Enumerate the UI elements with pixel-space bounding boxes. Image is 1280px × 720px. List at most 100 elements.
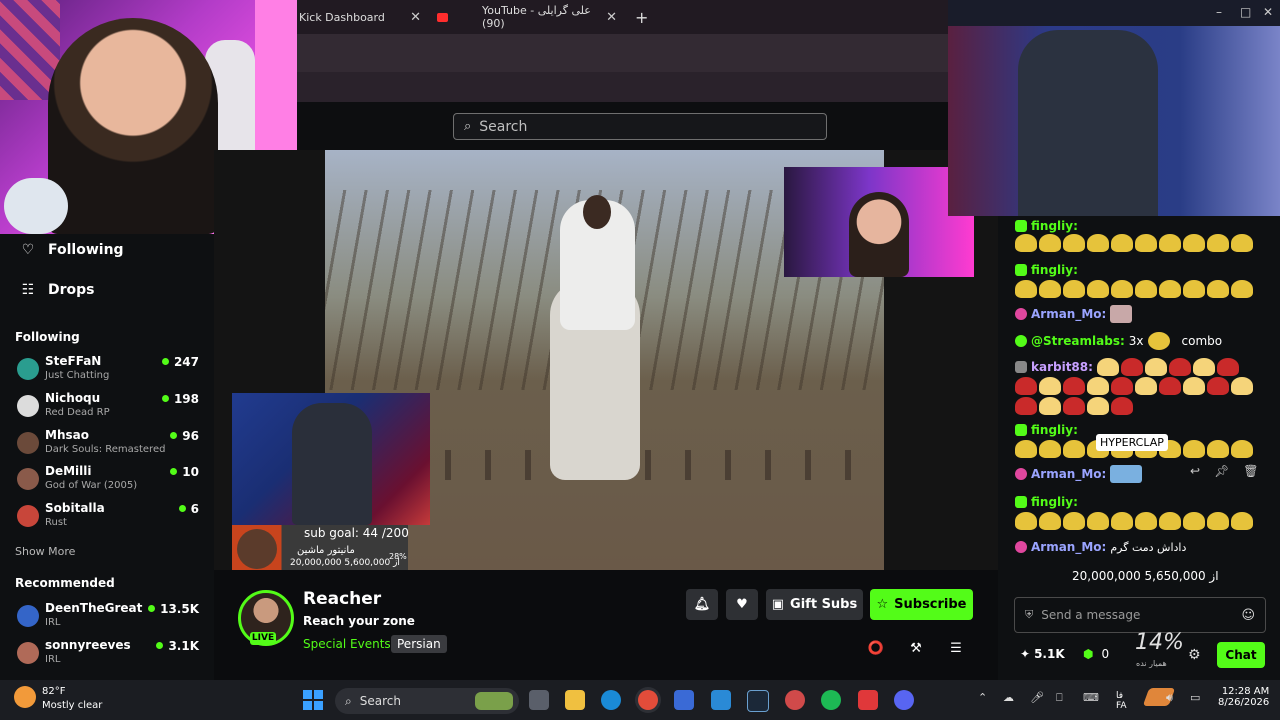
chat-username[interactable]: fingliy: — [1031, 219, 1078, 233]
tray-icon[interactable]: ⎕ — [1056, 691, 1063, 705]
weather-description[interactable]: Mostly clear — [42, 700, 102, 711]
emote-icon — [1015, 234, 1037, 252]
chat-message-input[interactable]: ⛨ Send a message ☺ — [1014, 597, 1266, 633]
channel-nichoqu[interactable]: Nichoqu Red Dead RP 198 — [15, 390, 203, 424]
emote-icon — [1063, 397, 1085, 415]
verified-badge-icon — [1015, 335, 1027, 347]
emote-icon — [1039, 280, 1061, 298]
chrome-icon[interactable] — [638, 690, 658, 710]
viewer-number: 198 — [173, 392, 199, 406]
emote-icon — [1087, 234, 1109, 252]
chat-message: karbit88: — [1015, 357, 1241, 377]
edge-icon[interactable] — [601, 690, 621, 710]
tab-kick-dashboard[interactable]: Kick Dashboard ✕ — [299, 6, 421, 28]
app-icon[interactable] — [785, 690, 805, 710]
chat-username[interactable]: karbit88: — [1031, 360, 1093, 374]
clock-date: 8/26/2026 — [1218, 697, 1270, 708]
emote-icon — [1015, 377, 1037, 395]
chat-username[interactable]: Arman_Mo: — [1031, 540, 1106, 554]
avatar — [17, 605, 39, 627]
spotify-icon[interactable] — [821, 690, 841, 710]
volume-icon[interactable]: 🔊︎ — [1166, 691, 1173, 705]
task-view-icon[interactable] — [529, 690, 549, 710]
tab-youtube[interactable]: YouTube - علی گرایلی (90) ✕ — [437, 4, 617, 30]
keyboard-icon[interactable]: ⌨ — [1083, 691, 1099, 704]
file-explorer-icon[interactable] — [565, 690, 585, 710]
more-options-icon[interactable]: ☰ — [947, 639, 965, 657]
discord-icon[interactable] — [894, 690, 914, 710]
channel-deenthegreat[interactable]: DeenTheGreat IRL 13.5K — [15, 600, 203, 634]
emote-icon — [1216, 358, 1239, 376]
goal-percent: 14% — [1135, 630, 1184, 655]
emote-icon — [1063, 234, 1085, 252]
drops-icon: ☷ — [21, 282, 35, 298]
language-indicator[interactable]: فا FA — [1116, 691, 1127, 711]
heart-icon: ♥ — [736, 597, 748, 612]
close-tab-icon[interactable]: ✕ — [606, 10, 617, 25]
chat-message-hovered[interactable]: Arman_Mo: — [1015, 464, 1143, 484]
channel-steffan[interactable]: SteFFaN Just Chatting 247 — [15, 353, 203, 387]
microphone-icon[interactable]: 🎤︎ — [1030, 691, 1044, 704]
chat-username[interactable]: fingliy: — [1031, 263, 1078, 277]
stream-category-link[interactable]: Special Events — [303, 637, 391, 651]
reply-icon[interactable]: ↩ — [1190, 464, 1200, 478]
maximize-icon[interactable]: □ — [1240, 5, 1251, 19]
app-icon[interactable] — [711, 690, 731, 710]
chat-username[interactable]: Arman_Mo: — [1031, 467, 1106, 481]
nav-following[interactable]: ♡ Following — [20, 242, 124, 258]
address-bar[interactable] — [297, 34, 950, 72]
tray-icon[interactable]: ☁ — [1003, 691, 1014, 704]
gift-subs-button[interactable]: ▣ Gift Subs — [766, 589, 863, 620]
channel-demilli[interactable]: DeMilli God of War (2005) 10 — [15, 463, 203, 497]
chat-send-button[interactable]: Chat — [1217, 642, 1265, 668]
channel-category: IRL — [45, 617, 61, 628]
chat-message: fingliy: — [1015, 420, 1082, 440]
emoji-icon[interactable]: ☺ — [1241, 608, 1255, 623]
show-more-link[interactable]: Show More — [15, 545, 75, 558]
close-tab-icon[interactable]: ✕ — [410, 10, 421, 25]
emote-icon — [1015, 440, 1037, 458]
weather-temperature[interactable]: 82°F — [42, 686, 65, 697]
search-input[interactable]: ⌕ Search — [453, 113, 827, 140]
streamer-name[interactable]: Reacher — [303, 589, 381, 609]
mini-webcam — [784, 167, 974, 277]
chat-username[interactable]: @Streamlabs: — [1031, 334, 1125, 348]
channel-mhsao[interactable]: Mhsao Dark Souls: Remastered 96 — [15, 427, 203, 461]
minimize-icon[interactable]: – — [1216, 5, 1222, 19]
weather-icon[interactable] — [14, 686, 36, 708]
chat-username[interactable]: fingliy: — [1031, 495, 1078, 509]
channel-sobitalla[interactable]: Sobitalla Rust 6 — [15, 500, 203, 534]
chevron-up-icon[interactable]: ⌃ — [978, 691, 987, 704]
follow-button[interactable]: ♥ — [726, 589, 758, 620]
close-icon[interactable]: ✕ — [1263, 5, 1273, 19]
app-icon[interactable] — [858, 690, 878, 710]
share-icon[interactable]: ⭕ — [867, 639, 885, 657]
subscribe-button[interactable]: ☆ Subscribe — [870, 589, 973, 620]
chat-message: fingliy: — [1015, 492, 1082, 512]
taskbar-clock[interactable]: 12:28 AM 8/26/2026 — [1218, 686, 1269, 708]
stream-tag[interactable]: Persian — [391, 635, 447, 653]
new-tab-button[interactable]: + — [635, 6, 655, 28]
pin-icon[interactable]: 📌︎ — [1214, 464, 1229, 478]
streamer-person — [48, 18, 218, 234]
clip-icon[interactable]: ⚒ — [907, 639, 925, 657]
store-icon[interactable] — [674, 690, 694, 710]
settings-gear-icon[interactable]: ⚙ — [1188, 647, 1201, 663]
emote-icon — [1087, 512, 1109, 530]
chat-message: fingliy: — [1015, 216, 1082, 236]
windows-start-icon[interactable] — [303, 690, 323, 710]
sub-goal-avatar — [237, 529, 277, 569]
taskbar-search[interactable]: ⌕ Search — [335, 688, 519, 714]
nav-drops[interactable]: ☷ Drops — [20, 282, 95, 298]
notification-bell-button[interactable]: 🔔︎ — [686, 589, 718, 620]
channel-sonnyreeves[interactable]: sonnyreeves IRL 3.1K — [15, 637, 203, 671]
delete-icon[interactable]: 🗑︎ — [1243, 464, 1258, 478]
steam-icon[interactable] — [747, 690, 769, 712]
kicks-balance[interactable]: ⬢ 0 — [1083, 647, 1109, 661]
battery-icon[interactable]: ▭ — [1190, 691, 1200, 704]
chat-username[interactable]: fingliy: — [1031, 423, 1078, 437]
chat-username[interactable]: Arman_Mo: — [1031, 307, 1106, 321]
channel-name: DeenTheGreat — [45, 601, 143, 615]
avatar — [17, 505, 39, 527]
users-icon: ✦ — [1020, 647, 1031, 661]
